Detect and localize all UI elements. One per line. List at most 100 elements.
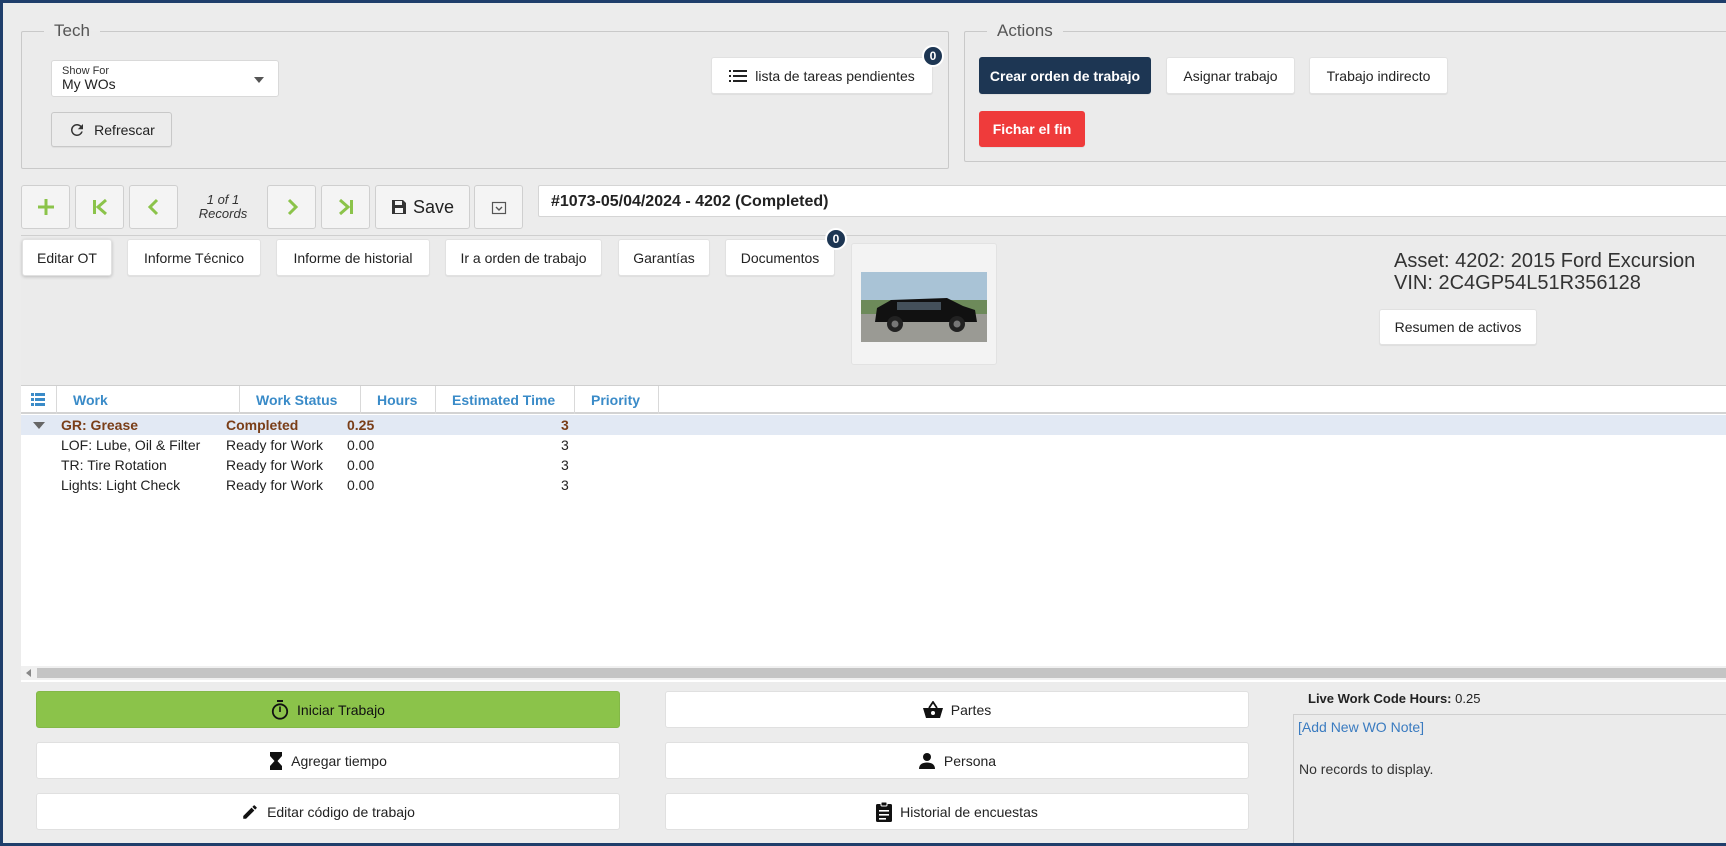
scroll-left-icon[interactable] [26, 669, 31, 677]
table-row[interactable]: Lights: Light Check Ready for Work 0.00 … [21, 475, 1726, 495]
first-record-button[interactable] [75, 185, 124, 229]
hourglass-icon [270, 751, 283, 770]
live-hours-value: 0.25 [1455, 691, 1481, 706]
pencil-icon [243, 804, 257, 819]
list-icon [729, 69, 748, 82]
create-work-order-button[interactable]: Crear orden de trabajo [979, 57, 1151, 94]
record-counter-line2: Records [198, 206, 248, 221]
chevron-down-icon [254, 77, 264, 83]
archive-icon [491, 201, 506, 215]
asset-info: Asset: 4202: 2015 Ford Excursion VIN: 2C… [1394, 250, 1695, 294]
show-for-select[interactable]: Show For My WOs [51, 60, 279, 97]
chevron-right-icon [287, 198, 298, 216]
parts-button[interactable]: Partes [665, 691, 1249, 728]
start-work-button[interactable]: Iniciar Trabajo [36, 691, 620, 728]
chevron-left-icon [147, 198, 158, 216]
cell-priority: 3 [561, 477, 569, 493]
asset-name: Asset: 4202: 2015 Ford Excursion [1394, 250, 1696, 272]
archive-button[interactable] [474, 185, 523, 229]
warranties-tab[interactable]: Garantías [618, 239, 710, 276]
cell-work: LOF: Lube, Oil & Filter [61, 437, 201, 453]
clock-out-button[interactable]: Fichar el fin [979, 111, 1085, 147]
add-time-label: Agregar tiempo [291, 752, 387, 769]
edit-wo-tab[interactable]: Editar OT [22, 239, 112, 276]
table-row[interactable]: GR: Grease Completed 0.25 3 [21, 415, 1726, 435]
grid-header: Work Work Status Hours Estimated Time Pr… [21, 386, 1726, 414]
survey-history-label: Historial de encuestas [900, 803, 1038, 820]
cell-priority: 3 [561, 417, 569, 433]
add-record-button[interactable] [21, 185, 70, 229]
expand-row-icon[interactable] [33, 422, 45, 429]
asset-vin: VIN: 2C4GP54L51R356128 [1394, 272, 1641, 294]
indirect-work-button[interactable]: Trabajo indirecto [1309, 57, 1448, 94]
app-frame: Tech Show For My WOs Refrescar lista de … [0, 0, 1726, 846]
clipboard-icon [876, 801, 893, 822]
assign-work-button[interactable]: Asignar trabajo [1166, 57, 1295, 94]
cell-work: GR: Grease [61, 417, 139, 433]
add-time-button[interactable]: Agregar tiempo [36, 742, 620, 779]
column-header-work-status[interactable]: Work Status [240, 386, 361, 414]
column-menu-button[interactable] [21, 386, 57, 414]
person-button[interactable]: Persona [665, 742, 1249, 779]
cell-priority: 3 [561, 457, 569, 473]
person-icon [918, 752, 935, 769]
asset-photo[interactable] [851, 243, 997, 365]
survey-history-button[interactable]: Historial de encuestas [665, 793, 1249, 830]
vehicle-photo-icon [861, 272, 987, 342]
record-counter: 1 of 1 Records [193, 193, 253, 221]
edit-work-code-button[interactable]: Editar código de trabajo [36, 793, 620, 830]
cell-hours: 0.25 [347, 417, 375, 433]
next-record-button[interactable] [267, 185, 316, 229]
wo-notes-panel: [Add New WO Note] No records to display. [1293, 714, 1726, 843]
todo-list-button[interactable]: lista de tareas pendientes [711, 57, 933, 94]
cell-work-status: Ready for Work [226, 457, 323, 473]
person-label: Persona [943, 752, 997, 769]
cell-hours: 0.00 [347, 457, 375, 473]
column-header-hours[interactable]: Hours [361, 386, 436, 414]
documents-count-badge: 0 [825, 228, 847, 250]
refresh-icon [71, 123, 84, 136]
todo-list-label: lista de tareas pendientes [755, 67, 915, 84]
asset-summary-button[interactable]: Resumen de activos [1379, 309, 1537, 345]
basket-icon [922, 700, 943, 718]
scrollbar-thumb[interactable] [37, 668, 1726, 678]
column-header-priority[interactable]: Priority [575, 386, 659, 414]
save-button[interactable]: Save [375, 185, 470, 229]
refresh-label: Refrescar [94, 121, 155, 138]
grid-horizontal-scrollbar[interactable] [21, 666, 1726, 680]
table-row[interactable]: LOF: Lube, Oil & Filter Ready for Work 0… [21, 435, 1726, 455]
go-to-wo-tab[interactable]: Ir a orden de trabajo [445, 239, 602, 276]
save-label: Save [412, 196, 455, 217]
work-order-title: #1073-05/04/2024 - 4202 (Completed) [538, 185, 1726, 217]
history-report-tab[interactable]: Informe de historial [276, 239, 430, 276]
cell-hours: 0.00 [347, 477, 375, 493]
work-codes-grid: Work Work Status Hours Estimated Time Pr… [21, 385, 1726, 682]
column-header-work[interactable]: Work [57, 386, 240, 414]
previous-record-button[interactable] [129, 185, 178, 229]
tech-legend: Tech [54, 21, 90, 40]
cell-work: TR: Tire Rotation [61, 457, 167, 473]
cell-work-status: Ready for Work [226, 477, 323, 493]
table-row[interactable]: TR: Tire Rotation Ready for Work 0.00 3 [21, 455, 1726, 475]
todo-count-badge: 0 [922, 45, 944, 67]
last-record-button[interactable] [321, 185, 370, 229]
tech-report-tab[interactable]: Informe Técnico [127, 239, 261, 276]
plus-icon [37, 199, 54, 215]
cell-work: Lights: Light Check [61, 477, 181, 493]
refresh-button[interactable]: Refrescar [51, 112, 172, 147]
first-page-icon [92, 198, 107, 216]
column-header-estimated-time[interactable]: Estimated Time [436, 386, 575, 414]
show-for-value: My WOs [62, 76, 116, 92]
documents-tab[interactable]: Documentos [725, 239, 835, 276]
parts-label: Partes [950, 701, 992, 718]
edit-work-code-label: Editar código de trabajo [267, 803, 415, 820]
add-wo-note-link[interactable]: [Add New WO Note] [1298, 719, 1424, 735]
cell-work-status: Completed [226, 417, 299, 433]
start-work-label: Iniciar Trabajo [297, 701, 385, 718]
list-view-icon [31, 393, 45, 406]
live-hours-label: Live Work Code Hours: [1308, 691, 1452, 706]
live-work-code-hours: Live Work Code Hours: 0.25 [1308, 691, 1480, 706]
cell-work-status: Ready for Work [226, 437, 323, 453]
no-records-text: No records to display. [1299, 761, 1434, 777]
cell-hours: 0.00 [347, 437, 375, 453]
